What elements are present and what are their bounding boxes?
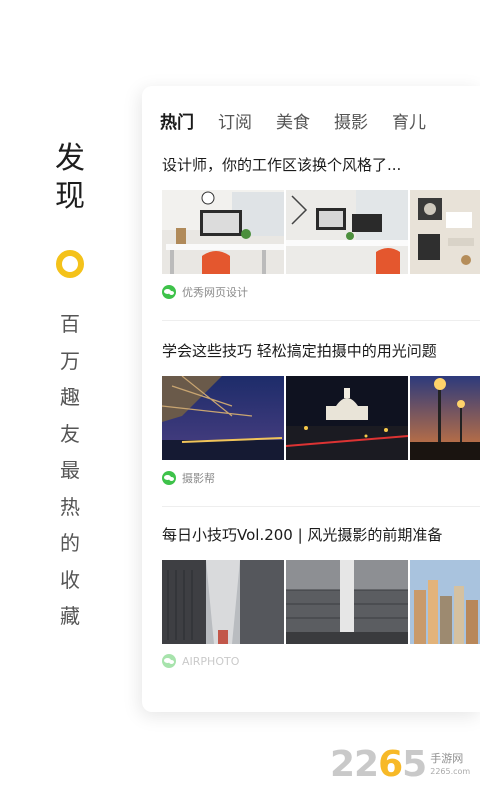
category-tabs: 热门 订阅 美食 摄影 育儿 <box>160 108 450 133</box>
wechat-icon <box>162 654 176 668</box>
article-title[interactable]: 设计师，你的工作区该换个风格了... <box>162 154 480 176</box>
slogan-char: 趣 <box>60 385 80 409</box>
skyscraper-bw-photo[interactable] <box>286 560 408 644</box>
article-item[interactable]: 设计师，你的工作区该换个风格了... 优秀网页设计 <box>162 154 480 299</box>
watermark-number-gray: 22 <box>330 744 379 785</box>
watermark-number-tail: 5 <box>402 744 427 785</box>
watermark-url: 2265.com <box>430 766 471 776</box>
slogan-char: 热 <box>60 494 80 519</box>
desk-workspace-photo[interactable] <box>162 190 284 274</box>
slogan-char: 最 <box>60 458 80 482</box>
article-source[interactable]: AIRPHOTO <box>162 654 239 668</box>
watermark-logo: 2265 手游网 2265.com <box>330 744 470 785</box>
capitol-night-photo[interactable] <box>286 376 408 460</box>
article-source[interactable]: 摄影帮 <box>162 470 215 486</box>
slogan-char: 藏 <box>60 604 80 628</box>
slogan-char: 友 <box>60 421 80 446</box>
bridge-night-photo[interactable] <box>162 376 284 460</box>
feed-card: 热门 订阅 美食 摄影 育儿 设计师，你的工作区该换个风格了... 优秀网页设计… <box>142 86 480 712</box>
city-skyline-photo[interactable] <box>410 560 480 644</box>
wechat-icon <box>162 471 176 485</box>
article-source[interactable]: 优秀网页设计 <box>162 284 248 300</box>
tab-food[interactable]: 美食 <box>276 108 310 133</box>
article-thumbnails <box>162 560 480 644</box>
slogan-char: 万 <box>60 348 80 373</box>
source-name: 摄影帮 <box>182 472 215 485</box>
article-title[interactable]: 每日小技巧Vol.200 | 风光摄影的前期准备 <box>162 524 480 546</box>
ring-icon <box>56 250 84 278</box>
slogan-char: 收 <box>60 567 80 592</box>
desk-workspace-photo-2[interactable] <box>286 190 408 274</box>
street-lamp-dusk-photo[interactable] <box>410 376 480 460</box>
slogan-char: 百 <box>60 312 80 336</box>
divider <box>162 320 480 321</box>
article-title[interactable]: 学会这些技巧 轻松搞定拍摄中的用光问题 <box>162 340 480 362</box>
page-title: 发 现 <box>52 140 88 216</box>
tab-parenting[interactable]: 育儿 <box>392 108 426 133</box>
slogan-char: 的 <box>60 531 80 555</box>
tab-subscribe[interactable]: 订阅 <box>218 108 252 133</box>
watermark-text: 手游网 2265.com <box>430 752 470 778</box>
article-thumbnails <box>162 190 480 274</box>
wechat-icon <box>162 285 176 299</box>
watermark-number: 2265 <box>330 744 427 785</box>
watermark-cn: 手游网 <box>430 751 464 765</box>
desk-overhead-photo[interactable] <box>410 190 480 274</box>
divider <box>162 506 480 507</box>
source-name: AIRPHOTO <box>182 654 240 668</box>
city-street-photo[interactable] <box>162 560 284 644</box>
tab-hot[interactable]: 热门 <box>160 108 194 133</box>
article-thumbnails <box>162 376 480 460</box>
watermark-number-accent: 6 <box>378 744 403 785</box>
title-char: 发 <box>55 141 85 176</box>
tab-photography[interactable]: 摄影 <box>334 108 368 133</box>
article-item[interactable]: 学会这些技巧 轻松搞定拍摄中的用光问题 摄影帮 <box>162 340 480 485</box>
slogan: 百 万 趣 友 最 热 的 收 藏 <box>56 306 84 635</box>
source-name: 优秀网页设计 <box>182 286 248 299</box>
title-char: 现 <box>55 179 85 214</box>
article-item[interactable]: 每日小技巧Vol.200 | 风光摄影的前期准备 AIRPHOTO <box>162 524 480 668</box>
